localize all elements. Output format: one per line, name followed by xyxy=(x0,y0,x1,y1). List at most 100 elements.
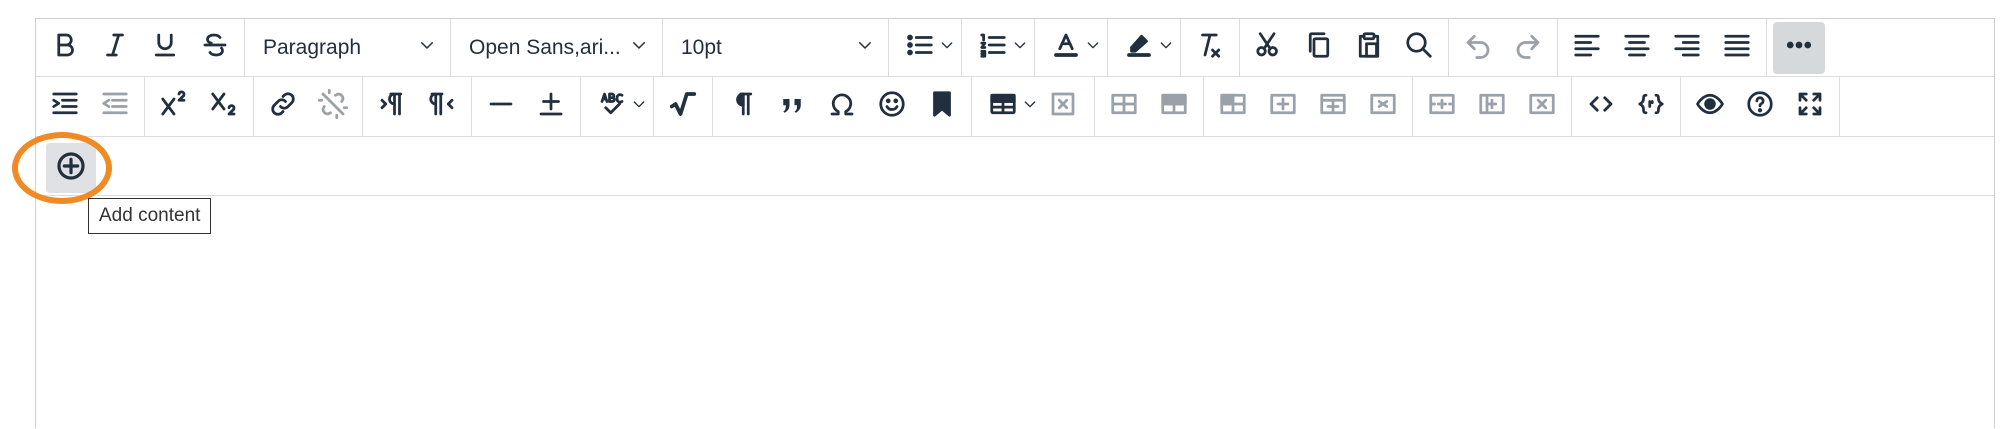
text-color-button[interactable] xyxy=(1041,23,1091,73)
code-sample-button[interactable] xyxy=(1626,82,1676,132)
text-color-group xyxy=(1035,19,1108,76)
highlight-color-icon xyxy=(1124,30,1154,65)
copy-button[interactable] xyxy=(1294,23,1344,73)
more-group xyxy=(1767,19,1831,76)
redo-button[interactable] xyxy=(1503,23,1553,73)
code-icon xyxy=(1586,89,1616,124)
numbered-list-group xyxy=(962,19,1035,76)
italic-icon xyxy=(100,30,130,65)
bullet-list-icon xyxy=(905,30,935,65)
align-left-button[interactable] xyxy=(1562,23,1612,73)
table-insert-row-after-button[interactable] xyxy=(1308,82,1358,132)
justify-button[interactable] xyxy=(1712,23,1762,73)
highlight-color-dropdown[interactable] xyxy=(1158,23,1174,73)
indent-group xyxy=(36,77,145,136)
subscript-icon xyxy=(209,89,239,124)
font-family-select[interactable]: Open Sans,ari... xyxy=(451,19,663,76)
subscript-button[interactable] xyxy=(199,82,249,132)
bold-icon xyxy=(50,30,80,65)
table-column-icon xyxy=(1477,89,1507,124)
table-insert-row-before-button[interactable] xyxy=(1258,82,1308,132)
chevron-down-icon xyxy=(630,36,648,60)
undo-button[interactable] xyxy=(1453,23,1503,73)
numbered-list-dropdown[interactable] xyxy=(1012,23,1028,73)
text-color-dropdown[interactable] xyxy=(1085,23,1101,73)
spellcheck-button[interactable] xyxy=(587,82,637,132)
format-group xyxy=(36,19,245,76)
preview-button[interactable] xyxy=(1685,82,1735,132)
highlight-color-button[interactable] xyxy=(1114,23,1164,73)
bookmark-icon xyxy=(927,89,957,124)
chevron-down-icon xyxy=(418,36,436,60)
spellcheck-dropdown[interactable] xyxy=(631,82,647,132)
table-row-header-button[interactable] xyxy=(1099,82,1149,132)
more-button[interactable] xyxy=(1773,21,1825,74)
view-group xyxy=(1681,77,1840,136)
italic-button[interactable] xyxy=(90,23,140,73)
unlink-button[interactable] xyxy=(308,82,358,132)
table-column-header-button[interactable] xyxy=(1149,82,1199,132)
table-cell-props-button[interactable] xyxy=(1208,82,1258,132)
clear-format-group xyxy=(1181,19,1240,76)
fullscreen-button[interactable] xyxy=(1785,82,1835,132)
fullscreen-icon xyxy=(1795,89,1825,124)
link-group xyxy=(254,77,363,136)
bullet-list-button[interactable] xyxy=(895,23,945,73)
help-button[interactable] xyxy=(1735,82,1785,132)
font-family-value: Open Sans,ari... xyxy=(469,35,621,59)
align-center-button[interactable] xyxy=(1612,23,1662,73)
math-button[interactable] xyxy=(658,82,708,132)
superscript-button[interactable] xyxy=(149,82,199,132)
strikethrough-button[interactable] xyxy=(190,23,240,73)
underline-button[interactable] xyxy=(140,23,190,73)
indent-button[interactable] xyxy=(40,82,90,132)
rtl-button[interactable] xyxy=(417,82,467,132)
table-dropdown[interactable] xyxy=(1022,82,1038,132)
table-insert-col-before-button[interactable] xyxy=(1417,82,1467,132)
chevron-down-icon xyxy=(1158,37,1174,58)
bookmark-button[interactable] xyxy=(917,82,967,132)
delete-table-button[interactable] xyxy=(1038,82,1088,132)
source-code-button[interactable] xyxy=(1576,82,1626,132)
bold-button[interactable] xyxy=(40,23,90,73)
table-delete-col-button[interactable] xyxy=(1517,82,1567,132)
insert-anchor-button[interactable] xyxy=(526,82,576,132)
emoji-button[interactable] xyxy=(867,82,917,132)
paste-button[interactable] xyxy=(1344,23,1394,73)
table-delete-row-button[interactable] xyxy=(1358,82,1408,132)
cut-button[interactable] xyxy=(1244,23,1294,73)
add-content-button[interactable] xyxy=(46,143,96,193)
outdent-button[interactable] xyxy=(90,82,140,132)
link-button[interactable] xyxy=(258,82,308,132)
search-button[interactable] xyxy=(1394,23,1444,73)
table-insert-col-after-button[interactable] xyxy=(1467,82,1517,132)
horizontal-rule-icon xyxy=(486,89,516,124)
chevron-down-icon xyxy=(1085,37,1101,58)
clear-formatting-button[interactable] xyxy=(1185,23,1235,73)
quote-button[interactable] xyxy=(767,82,817,132)
add-content-icon xyxy=(55,150,87,187)
ltr-button[interactable] xyxy=(367,82,417,132)
bullet-list-dropdown[interactable] xyxy=(939,23,955,73)
font-size-select[interactable]: 10pt xyxy=(663,19,889,76)
strikethrough-icon xyxy=(200,30,230,65)
table-cell-group xyxy=(1204,77,1413,136)
justify-icon xyxy=(1722,30,1752,65)
superscript-icon xyxy=(159,89,189,124)
horizontal-rule-button[interactable] xyxy=(476,82,526,132)
math-group xyxy=(654,77,713,136)
table-button[interactable] xyxy=(978,82,1028,132)
omega-button[interactable] xyxy=(817,82,867,132)
script-group xyxy=(145,77,254,136)
table-row-icon xyxy=(1318,89,1348,124)
spellcheck-icon xyxy=(597,89,627,124)
cut-icon xyxy=(1254,30,1284,65)
paragraph-mark-button[interactable] xyxy=(717,82,767,132)
block-format-select[interactable]: Paragraph xyxy=(245,19,451,76)
numbered-list-button[interactable] xyxy=(968,23,1018,73)
code-sample-icon xyxy=(1636,89,1666,124)
spellcheck-group xyxy=(581,77,654,136)
text-color-icon xyxy=(1051,30,1081,65)
align-right-button[interactable] xyxy=(1662,23,1712,73)
editor-content-area[interactable] xyxy=(36,196,1994,429)
